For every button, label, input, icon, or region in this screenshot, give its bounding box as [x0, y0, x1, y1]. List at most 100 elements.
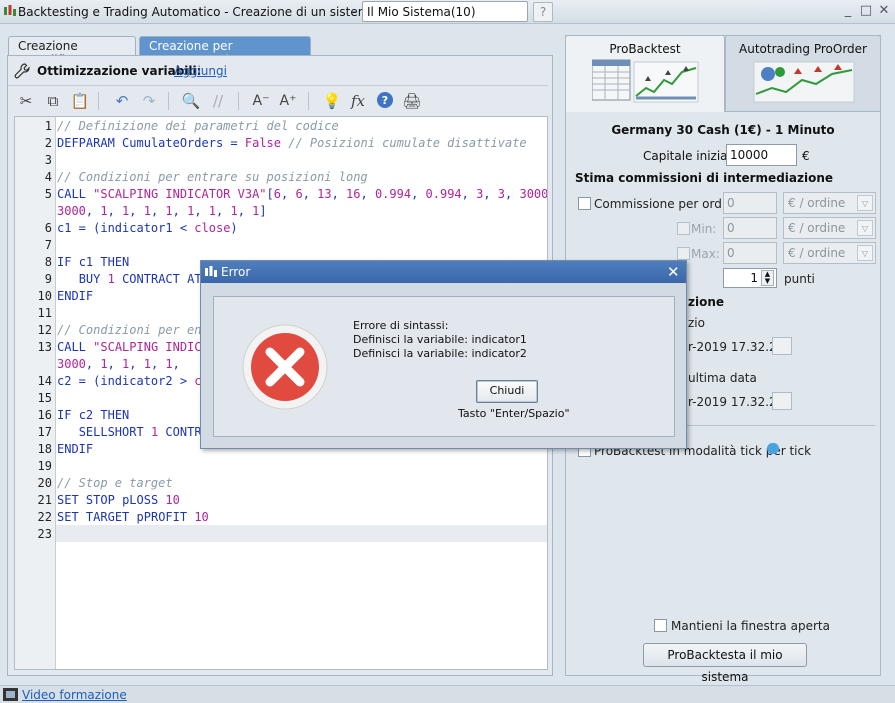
- undo-icon[interactable]: ↶: [112, 91, 132, 111]
- code-line[interactable]: ENDIF: [57, 442, 93, 456]
- instrument-title: Germany 30 Cash (1€) - 1 Minuto: [611, 123, 835, 137]
- start-date[interactable]: r-2019 17.32.21: [688, 340, 784, 354]
- tab-probacktest-label: ProBacktest: [609, 42, 681, 56]
- code-line[interactable]: SET STOP pLOSS 10: [57, 493, 180, 507]
- system-select[interactable]: Il Mio Sistema(10): [362, 1, 528, 22]
- code-line[interactable]: // Condizioni per entrare su posizioni l…: [57, 170, 368, 184]
- status-bar: Video formazione: [0, 685, 895, 703]
- tab-probacktest[interactable]: ProBacktest: [565, 35, 725, 112]
- dialog-message: Errore di sintassi: Definisci la variabi…: [353, 319, 527, 361]
- help-button[interactable]: ?: [533, 2, 553, 22]
- line-number: 14: [37, 374, 52, 388]
- spinner-arrows-icon[interactable]: ▲ ▼: [761, 270, 774, 286]
- toolbar-separator: [308, 92, 309, 110]
- current-line-highlight: [56, 525, 547, 542]
- optimization-row: Ottimizzazione variabili: Aggiungi: [8, 57, 553, 85]
- app-chart-icon: [4, 5, 16, 16]
- error-dialog: Error ✕ Errore di sintassi: Definisci la…: [200, 260, 687, 449]
- code-line[interactable]: // Stop e target: [57, 476, 173, 490]
- code-line[interactable]: CALL "SCALPING INDICA: [57, 340, 209, 354]
- code-line[interactable]: c2 = (indicator2 > cl: [57, 374, 209, 388]
- code-line[interactable]: IF c1 THEN: [57, 255, 129, 269]
- run-backtest-button[interactable]: ProBacktesta il mio sistema: [643, 643, 807, 684]
- code-line[interactable]: BUY 1 CONTRACT AT: [57, 272, 202, 286]
- probacktest-chart-icon: [592, 59, 699, 103]
- function-icon[interactable]: fx: [348, 91, 368, 111]
- code-line[interactable]: IF c2 THEN: [57, 408, 129, 422]
- video-training-link[interactable]: Video formazione: [22, 688, 127, 702]
- min-checkbox[interactable]: [677, 222, 690, 235]
- dialog-title-bar[interactable]: Error ✕: [201, 261, 686, 283]
- commission-checkbox[interactable]: [578, 197, 591, 210]
- close-button[interactable]: ✕: [876, 3, 892, 19]
- code-line[interactable]: c1 = (indicator1 < close): [57, 221, 238, 235]
- line-number: 13: [37, 340, 52, 354]
- tab-autotrading[interactable]: Autotrading ProOrder: [725, 35, 881, 112]
- dialog-line: Definisci la variabile: indicator1: [353, 333, 527, 346]
- increase-font-icon[interactable]: A⁺: [278, 91, 298, 111]
- code-line[interactable]: 3000, 1, 1, 1, 1, 1, 1, 1, 1]: [57, 204, 267, 218]
- code-line[interactable]: SELLSHORT 1 CONTRA: [57, 425, 209, 439]
- help-circle-icon[interactable]: ?: [375, 91, 395, 111]
- line-number: 21: [37, 493, 52, 507]
- min-unit-value: € / ordine: [788, 221, 846, 235]
- line-number: 12: [37, 323, 52, 337]
- capital-currency: €: [802, 149, 810, 163]
- maximize-button[interactable]: □: [858, 3, 874, 19]
- min-input[interactable]: 0: [723, 217, 777, 239]
- comment-icon[interactable]: //: [208, 91, 228, 111]
- minimize-button[interactable]: _: [840, 3, 856, 19]
- code-line[interactable]: SET TARGET pPROFIT 10: [57, 510, 209, 524]
- dialog-line: Definisci la variabile: indicator2: [353, 347, 527, 360]
- commission-input[interactable]: 0: [723, 192, 777, 214]
- dialog-title: Error: [221, 265, 251, 279]
- lightbulb-icon[interactable]: 💡: [322, 91, 342, 111]
- toolbar-separator: [168, 92, 169, 110]
- dialog-close-icon[interactable]: ✕: [667, 263, 680, 281]
- line-number: 10: [37, 289, 52, 303]
- close-dialog-button[interactable]: Chiudi: [476, 380, 538, 403]
- commission-unit-select[interactable]: € / ordine ▽: [783, 192, 876, 214]
- line-number: 15: [37, 391, 52, 405]
- max-unit-select[interactable]: € / ordine ▽: [783, 242, 876, 264]
- line-number: 6: [44, 221, 52, 235]
- line-number: 17: [37, 425, 52, 439]
- svg-text:?: ?: [382, 94, 388, 107]
- print-icon[interactable]: 🖨: [402, 91, 422, 111]
- toolbar-separator: [98, 92, 99, 110]
- app-chart-icon: [205, 266, 217, 277]
- line-number: 4: [44, 170, 52, 184]
- decrease-font-icon[interactable]: A⁻: [251, 91, 271, 111]
- cut-icon[interactable]: ✂: [16, 91, 36, 111]
- code-line[interactable]: CALL "SCALPING INDICATOR V3A"[6, 6, 13, …: [57, 187, 547, 201]
- tab-simple-creation[interactable]: Creazione semplificata: [8, 36, 136, 67]
- keep-open-checkbox[interactable]: [654, 619, 667, 632]
- code-line[interactable]: ENDIF: [57, 289, 93, 303]
- chevron-down-icon: ▽: [857, 195, 873, 211]
- code-line[interactable]: // Definizione dei parametri del codice: [57, 119, 339, 133]
- line-number: 11: [37, 306, 52, 320]
- code-line[interactable]: DEFPARAM CumulateOrders = False // Posiz…: [57, 136, 527, 150]
- info-bubble-icon[interactable]: [767, 443, 779, 454]
- wrench-icon: [14, 63, 30, 79]
- copy-icon[interactable]: ⧉: [43, 91, 63, 111]
- dialog-line: Errore di sintassi:: [353, 319, 449, 332]
- search-icon[interactable]: 🔍: [181, 91, 201, 111]
- calendar-icon[interactable]: [772, 392, 792, 410]
- tab-programming-creation[interactable]: Creazione per programmazione: [139, 36, 311, 67]
- line-number: 18: [37, 442, 52, 456]
- code-line[interactable]: 3000, 1, 1, 1, 1,: [57, 357, 180, 371]
- paste-icon[interactable]: 📋: [70, 91, 90, 111]
- max-checkbox[interactable]: [677, 247, 690, 260]
- max-input[interactable]: 0: [723, 242, 777, 264]
- line-number: 7: [44, 238, 52, 252]
- help-icon: ?: [539, 5, 547, 19]
- calendar-icon[interactable]: [772, 337, 792, 355]
- line-number: 2: [44, 136, 52, 150]
- redo-icon[interactable]: ↷: [139, 91, 159, 111]
- code-line[interactable]: // Condizioni per ent: [57, 323, 209, 337]
- min-unit-select[interactable]: € / ordine ▽: [783, 217, 876, 239]
- add-variable-link[interactable]: Aggiungi: [174, 64, 227, 78]
- end-date[interactable]: r-2019 17.32.21: [688, 395, 784, 409]
- capital-input[interactable]: 10000: [726, 144, 797, 166]
